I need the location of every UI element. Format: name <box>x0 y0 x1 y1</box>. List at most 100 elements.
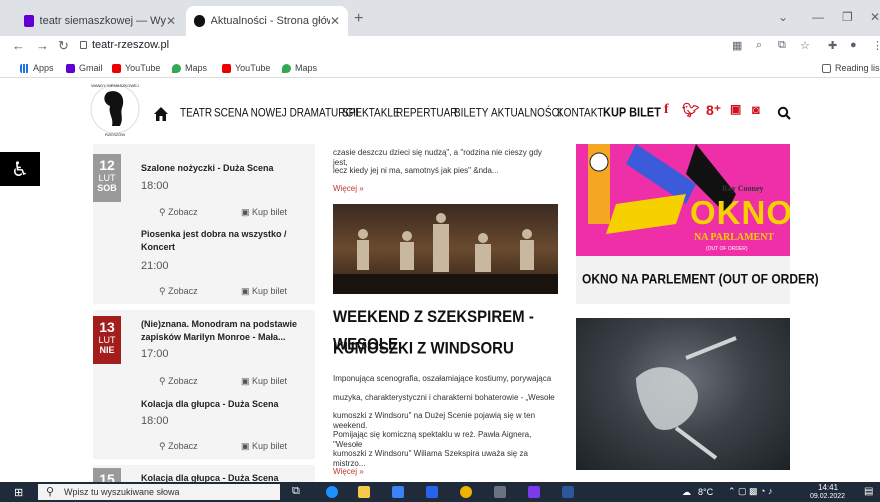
bookmark-youtube[interactable]: YouTube <box>112 63 160 73</box>
date-day: 15 <box>99 471 115 482</box>
news-photo[interactable] <box>333 204 558 294</box>
news-excerpt: czasie deszczu dzieci się nudzą", a "rod… <box>333 148 542 167</box>
teams-icon[interactable] <box>528 486 540 498</box>
bookmark-maps-2[interactable]: Maps <box>282 63 317 73</box>
nav-bilety[interactable]: BILETY <box>454 107 488 120</box>
see-label: Zobacz <box>168 441 198 451</box>
bookmark-label: Gmail <box>79 63 103 73</box>
facebook-icon[interactable]: f <box>664 102 669 118</box>
more-link[interactable]: Więcej » <box>333 467 364 476</box>
maps-pin-icon <box>172 63 181 73</box>
see-link[interactable]: ⚲ Zobacz <box>159 376 198 387</box>
minimize-icon[interactable]: — <box>812 10 824 24</box>
dance-photo[interactable] <box>576 318 790 470</box>
explorer-icon[interactable] <box>358 486 370 498</box>
event-title[interactable]: (Nie)znana. Monodram na podstawie zapisk… <box>141 318 309 344</box>
mail-icon[interactable] <box>426 486 438 498</box>
buy-ticket-link[interactable]: ▣ Kup bilet <box>241 376 287 387</box>
close-icon[interactable]: ✕ <box>166 14 176 28</box>
extensions-icon[interactable]: ✚ <box>828 39 837 52</box>
event-title[interactable]: Kolacja dla głupca - Duża Scena <box>141 472 309 482</box>
see-link[interactable]: ⚲ Zobacz <box>159 441 198 452</box>
restore-icon[interactable]: ❐ <box>842 10 853 24</box>
date-weekday: NIE <box>99 345 115 355</box>
theatre-logo[interactable]: WANDY SIEMASZKOWEJ RZESZÓW <box>90 80 140 138</box>
tab-search-results[interactable]: teatr siemaszkowej — Wyniki wy ✕ <box>16 6 184 36</box>
task-view-icon[interactable]: ⧉ <box>292 485 300 498</box>
reading-list[interactable]: Reading lis <box>822 63 880 73</box>
twitter-icon[interactable]: 🐦︎ <box>682 102 700 119</box>
new-tab-icon[interactable]: + <box>354 10 363 28</box>
tab-title: Aktualności - Strona główna <box>210 15 330 27</box>
poster-author: Ray Cooney <box>722 184 764 193</box>
poster-caption[interactable]: OKNO NA PARLEMENT (OUT OF ORDER) <box>576 256 819 304</box>
more-link[interactable]: Więcej » <box>333 184 364 193</box>
event-title[interactable]: Kolacja dla głupca - Duża Scena <box>141 398 309 411</box>
profile-icon[interactable]: ● <box>850 39 857 51</box>
bookmark-gmail[interactable]: Gmail <box>66 63 103 73</box>
site-header: WANDY SIEMASZKOWEJ RZESZÓW TEATR SCENA N… <box>0 78 880 144</box>
word-icon[interactable] <box>562 486 574 498</box>
tray-icons[interactable]: ⌃ ▢ ▩ ◔ ♪ <box>728 486 773 497</box>
okno-poster[interactable]: Ray Cooney OKNO NA PARLAMENT (OUT OF ORD… <box>576 144 790 256</box>
event-title[interactable]: Piosenka jest dobra na wszystko / Koncer… <box>141 228 309 254</box>
date-day: 13 <box>99 319 115 335</box>
app-icon[interactable] <box>494 486 506 498</box>
temperature: 8°C <box>698 487 714 497</box>
tab-aktualnosci[interactable]: Aktualności - Strona główna ✕ <box>186 6 348 36</box>
notifications-icon[interactable]: ▤ <box>864 486 873 497</box>
search-icon[interactable] <box>777 106 791 120</box>
poster-subtitle: NA PARLAMENT <box>694 232 775 243</box>
date-badge: 12 LUT SOB <box>93 154 121 202</box>
see-link[interactable]: ⚲ Zobacz <box>159 207 198 218</box>
tab-search-icon[interactable]: ⌄ <box>778 10 788 24</box>
instagram-icon[interactable]: ◙ <box>752 102 760 117</box>
nav-scena-nowej-dramaturgii[interactable]: SCENA NOWEJ DRAMATURGII <box>214 107 359 120</box>
translate-icon[interactable]: ▦ <box>732 39 742 52</box>
svg-text:RZESZÓW: RZESZÓW <box>105 132 125 137</box>
nav-spektakle[interactable]: SPEKTAKLE <box>342 107 400 120</box>
zoom-icon[interactable]: ⌕ <box>756 39 762 52</box>
news-headline[interactable]: KUMOSZKI Z WINDSORU <box>333 335 558 363</box>
menu-icon[interactable]: ⋮ <box>872 39 880 52</box>
bookmarks-bar: Apps Gmail YouTube Maps YouTube Maps Rea… <box>0 58 880 78</box>
accessibility-icon[interactable]: ♿︎ <box>0 152 40 186</box>
forward-icon[interactable]: → <box>36 38 49 53</box>
star-icon[interactable]: ☆ <box>800 39 810 52</box>
nav-teatr[interactable]: TEATR <box>180 107 212 120</box>
see-label: Zobacz <box>168 286 198 296</box>
weather-icon[interactable]: ☁ <box>682 487 691 498</box>
bookmark-youtube-2[interactable]: YouTube <box>222 63 270 73</box>
theatre-favicon-icon <box>194 15 205 27</box>
nav-kup-bilet[interactable]: KUP BILET <box>603 106 661 120</box>
share-icon[interactable]: ⧉ <box>778 39 786 52</box>
taskbar-search-input[interactable]: ⚲ Wpisz tu wyszukiwane słowa <box>38 484 280 500</box>
close-icon[interactable]: ✕ <box>330 14 340 28</box>
nav-kontakt[interactable]: KONTAKT <box>557 107 603 120</box>
edge-icon[interactable] <box>326 486 338 498</box>
event-title[interactable]: Szalone nożyczki - Duża Scena <box>141 162 309 175</box>
nav-aktualnosci[interactable]: AKTUALNOŚCI <box>491 107 562 120</box>
buy-ticket-link[interactable]: ▣ Kup bilet <box>241 441 287 452</box>
reload-icon[interactable]: ↻ <box>58 38 69 54</box>
chrome-icon[interactable] <box>460 486 472 498</box>
search-placeholder: Wpisz tu wyszukiwane słowa <box>64 487 180 497</box>
window-close-icon[interactable]: ✕ <box>870 10 880 24</box>
bookmark-maps[interactable]: Maps <box>172 63 207 73</box>
see-link[interactable]: ⚲ Zobacz <box>159 286 198 297</box>
address-input[interactable]: teatr-rzeszow.pl <box>92 39 169 51</box>
bookmark-label: YouTube <box>125 63 161 73</box>
store-icon[interactable] <box>392 486 404 498</box>
buy-ticket-link[interactable]: ▣ Kup bilet <box>241 207 287 218</box>
youtube-icon[interactable]: ▣ <box>730 102 741 116</box>
google-plus-icon[interactable]: 8⁺ <box>706 102 721 119</box>
buy-ticket-link[interactable]: ▣ Kup bilet <box>241 286 287 297</box>
windows-start-icon[interactable]: ⊞ <box>14 486 23 499</box>
svg-text:WANDY SIEMASZKOWEJ: WANDY SIEMASZKOWEJ <box>91 83 139 88</box>
nav-repertuar[interactable]: REPERTUAR <box>396 107 458 120</box>
home-icon[interactable] <box>153 106 169 122</box>
event-time: 21:00 <box>141 260 169 272</box>
see-label: Zobacz <box>168 207 198 217</box>
bookmark-apps[interactable]: Apps <box>20 63 54 73</box>
back-icon[interactable]: ← <box>12 38 25 53</box>
